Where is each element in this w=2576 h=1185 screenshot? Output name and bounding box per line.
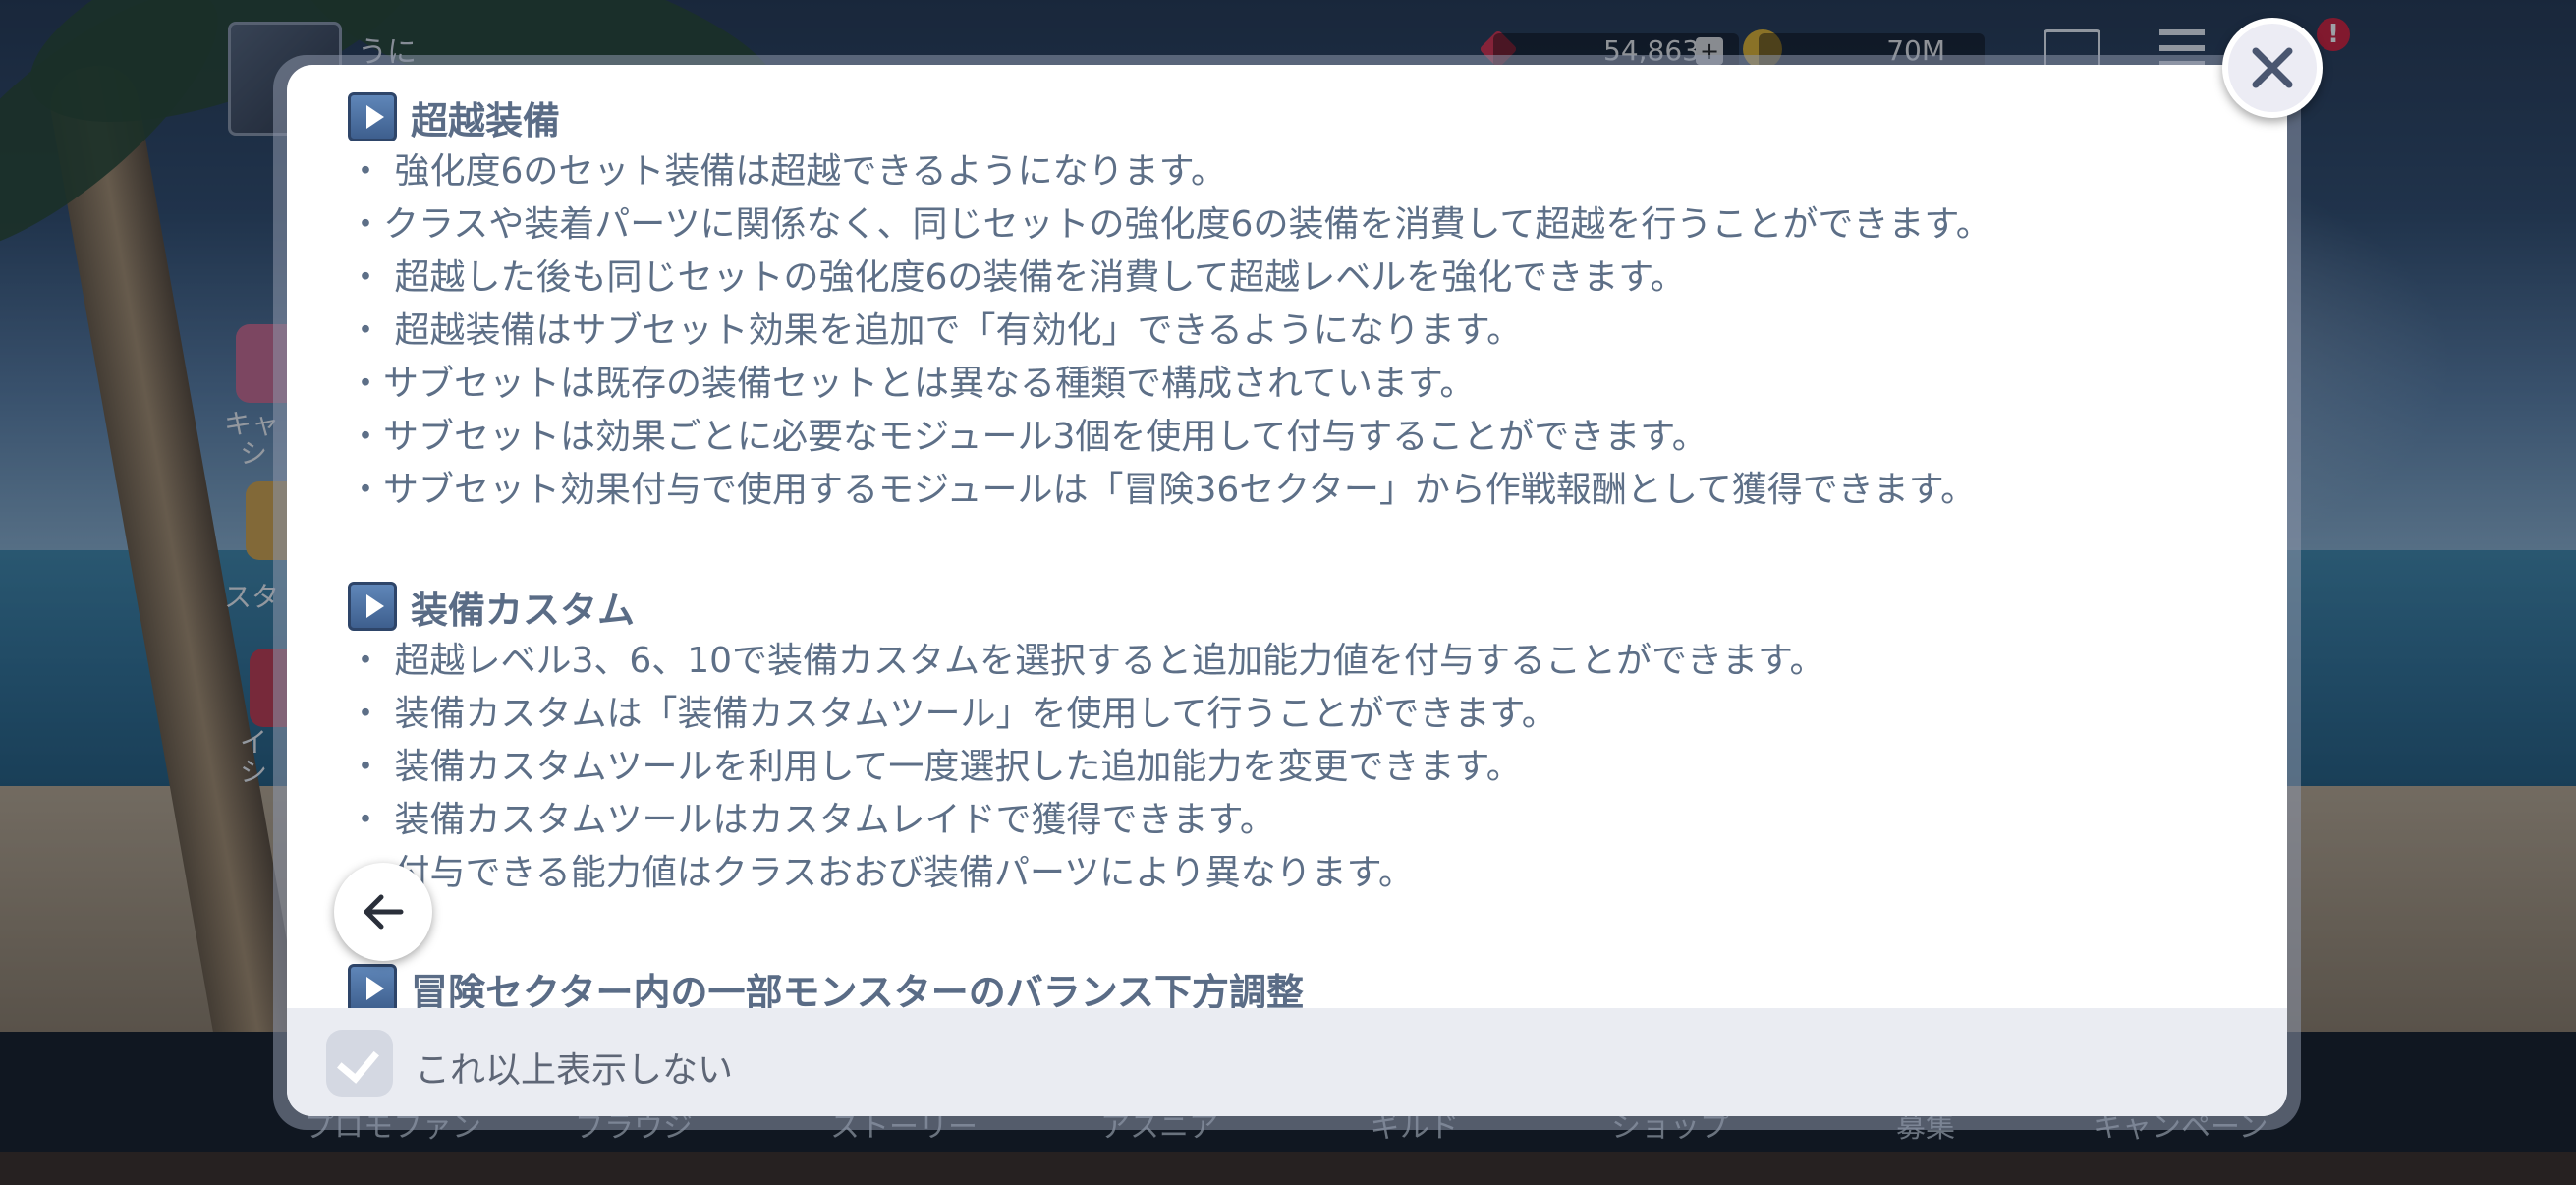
modal-footer: これ以上表示しない <box>287 1008 2287 1116</box>
notice-line: ・サブセット効果付与で使用するモジュールは「冒険36セクター」から作戦報酬として… <box>348 470 1977 510</box>
dont-show-again-checkbox[interactable] <box>326 1030 393 1097</box>
play-icon <box>348 582 397 631</box>
notice-line: ・ 超越装備はサブセット効果を追加で「有効化」できるようになります。 <box>348 310 1523 351</box>
close-button[interactable] <box>2222 18 2323 118</box>
section-header: 超越装備 <box>348 88 1991 145</box>
play-icon <box>348 964 397 1008</box>
notice-line: ・サブセットは既存の装備セットとは異なる種類で構成されています。 <box>348 364 1476 404</box>
section-transcendent-gear: 超越装備 ・ 強化度6のセット装備は超越できるようになります。 ・クラスや装着パ… <box>348 88 1991 517</box>
notice-line: ・ 付与できる能力値はクラスおおび装備パーツにより異なります。 <box>348 853 1414 893</box>
section-title: 冒険セクター内の一部モンスターのバランス下方調整 <box>411 970 1304 1009</box>
arrow-left-icon <box>364 894 404 930</box>
notice-line: ・クラスや装着パーツに関係なく、同じセットの強化度6の装備を消費して超越を行うこ… <box>348 204 1991 245</box>
section-title: 超越装備 <box>411 98 561 142</box>
section-gear-custom: 装備カスタム ・ 超越レベル3、6、10で装備カスタムを選択すると追加能力値を付… <box>348 578 1824 900</box>
notice-line: ・ 装備カスタムツールはカスタムレイドで獲得できます。 <box>348 800 1275 840</box>
notice-line: ・ 装備カスタムツールを利用して一度選択した追加能力を変更できます。 <box>348 747 1522 787</box>
back-button[interactable] <box>334 863 432 961</box>
dont-show-again-label[interactable]: これ以上表示しない <box>415 1042 733 1093</box>
section-title: 装備カスタム <box>411 588 636 632</box>
notice-modal: 超越装備 ・ 強化度6のセット装備は超越できるようになります。 ・クラスや装着パ… <box>287 65 2287 1116</box>
section-lines: ・ 超越レベル3、6、10で装備カスタムを選択すると追加能力値を付与することがで… <box>348 635 1824 900</box>
notice-line: ・ 超越した後も同じセットの強化度6の装備を消費して超越レベルを強化できます。 <box>348 257 1686 298</box>
section-lines: ・ 強化度6のセット装備は超越できるようになります。 ・クラスや装着パーツに関係… <box>348 145 1991 517</box>
notice-scroll-area[interactable]: 超越装備 ・ 強化度6のセット装備は超越できるようになります。 ・クラスや装着パ… <box>287 65 2287 1008</box>
close-icon <box>2252 47 2293 88</box>
section-header: 冒険セクター内の一部モンスターのバランス下方調整 <box>348 960 1304 1008</box>
section-header: 装備カスタム <box>348 578 1824 635</box>
section-monster-balance: 冒険セクター内の一部モンスターのバランス下方調整 <box>348 960 1304 1008</box>
notice-line: ・ 装備カスタムは「装備カスタムツール」を使用して行うことができます。 <box>348 694 1557 734</box>
notice-line: ・ 強化度6のセット装備は超越できるようになります。 <box>348 151 1227 192</box>
notice-line: ・ 超越レベル3、6、10で装備カスタムを選択すると追加能力値を付与することがで… <box>348 641 1825 681</box>
play-icon <box>348 92 397 141</box>
notice-line: ・サブセットは効果ごとに必要なモジュール3個を使用して付与することができます。 <box>348 417 1708 457</box>
